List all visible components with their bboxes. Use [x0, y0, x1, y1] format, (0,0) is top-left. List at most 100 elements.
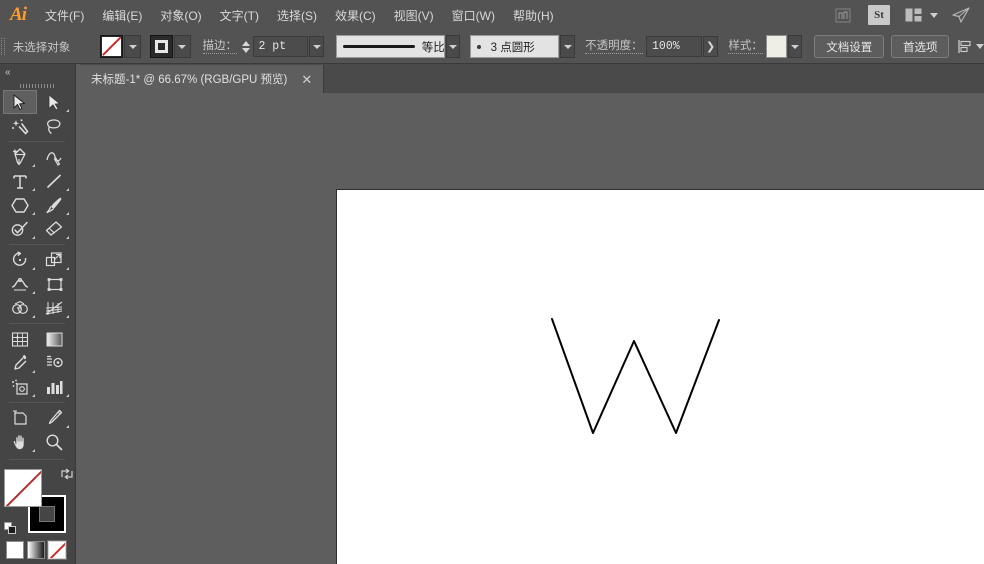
magic-wand-tool[interactable]: [3, 114, 37, 138]
menu-edit[interactable]: 编辑(E): [93, 0, 151, 30]
stroke-weight-input[interactable]: 2 pt: [252, 36, 309, 57]
menu-help[interactable]: 帮助(H): [504, 0, 563, 30]
graphic-style-dropdown-arrow[interactable]: [787, 35, 803, 58]
tool-flyout-corner-icon: [32, 394, 35, 397]
selection-status: 未选择对象: [7, 38, 101, 56]
tool-flyout-corner-icon: [32, 291, 35, 294]
color-swatch[interactable]: [6, 541, 24, 559]
tool-flyout-corner-icon: [32, 236, 35, 239]
lasso-tool[interactable]: [37, 114, 71, 138]
stroke-profile-dropdown-arrow[interactable]: [445, 35, 461, 58]
menu-view[interactable]: 视图(V): [385, 0, 443, 30]
align-control[interactable]: [957, 39, 984, 54]
document-tab[interactable]: 未标题-1* @ 66.67% (RGB/GPU 预览) ✕: [80, 65, 325, 93]
document-tab-title: 未标题-1* @ 66.67% (RGB/GPU 预览): [91, 74, 288, 86]
shape-builder-tool[interactable]: [3, 296, 37, 320]
menu-object[interactable]: 对象(O): [151, 0, 210, 30]
tool-flyout-corner-icon: [66, 425, 69, 428]
selection-tool[interactable]: [3, 90, 37, 114]
direct-selection-tool[interactable]: [37, 90, 71, 114]
w-zigzag-path: [551, 318, 720, 434]
hand-tool[interactable]: [3, 430, 37, 454]
pen-tool[interactable]: [3, 145, 37, 169]
menu-file[interactable]: 文件(F): [36, 0, 93, 30]
menu-window[interactable]: 窗口(W): [443, 0, 504, 30]
polygon-tool[interactable]: [3, 193, 37, 217]
stroke-dropdown-arrow[interactable]: [173, 35, 191, 58]
share-icon[interactable]: [948, 4, 974, 26]
tool-flyout-corner-icon: [66, 394, 69, 397]
tool-divider: [9, 323, 65, 324]
opacity-options-arrow-icon[interactable]: ❯: [702, 36, 719, 57]
gradient-swatch[interactable]: [27, 541, 45, 559]
default-fill-stroke-icon[interactable]: [4, 522, 17, 535]
stroke-swatch[interactable]: [149, 35, 173, 58]
close-icon[interactable]: ✕: [299, 73, 314, 86]
perspective-grid-tool[interactable]: [37, 296, 71, 320]
artboard[interactable]: [336, 189, 984, 564]
document-setup-button[interactable]: 文档设置: [814, 35, 885, 58]
control-bar-grip[interactable]: [0, 30, 7, 63]
control-bar: 未选择对象 描边： 2 pt 等比 3 点圆形 不透明度： 100% ❯ 样式：…: [0, 30, 984, 64]
tools-panel-grip[interactable]: [0, 81, 75, 90]
stroke-weight-stepper[interactable]: [241, 37, 250, 57]
tool-flyout-corner-icon: [32, 212, 35, 215]
mesh-tool[interactable]: [3, 327, 37, 351]
collapse-panel-icon[interactable]: «: [5, 67, 10, 78]
fill-color-control[interactable]: [100, 35, 142, 58]
opacity-input[interactable]: 100%: [646, 36, 702, 57]
curvature-tool[interactable]: [37, 145, 71, 169]
fill-indicator-swatch[interactable]: [4, 469, 42, 507]
bridge-icon[interactable]: [830, 4, 856, 26]
tool-flyout-corner-icon: [66, 109, 69, 112]
slice-tool[interactable]: [37, 406, 71, 430]
fill-swatch[interactable]: [100, 35, 124, 58]
none-swatch[interactable]: [47, 540, 67, 560]
brush-definition-select[interactable]: 3 点圆形: [469, 35, 560, 58]
type-tool[interactable]: [3, 169, 37, 193]
artwork-layer: [551, 318, 720, 434]
opacity-label: 不透明度：: [585, 39, 643, 54]
menu-select[interactable]: 选择(S): [268, 0, 326, 30]
eraser-tool[interactable]: [37, 217, 71, 241]
eyedropper-tool[interactable]: [3, 351, 37, 375]
column-graph-tool[interactable]: [37, 375, 71, 399]
stroke-weight-dropdown-arrow[interactable]: [309, 36, 324, 57]
width-tool[interactable]: [3, 272, 37, 296]
brush-definition-label: 3 点圆形: [490, 41, 535, 54]
gradient-tool[interactable]: [37, 327, 71, 351]
blend-tool[interactable]: [37, 351, 71, 375]
chevron-down-icon[interactable]: [930, 12, 938, 18]
scale-tool[interactable]: [37, 248, 71, 272]
menu-type[interactable]: 文字(T): [211, 0, 268, 30]
fill-dropdown-arrow[interactable]: [124, 35, 142, 58]
menu-object-label: 对象(O): [160, 8, 202, 23]
stock-icon[interactable]: St: [868, 5, 890, 25]
menu-type-label: 文字(T): [219, 8, 259, 23]
preferences-button[interactable]: 首选项: [890, 35, 950, 58]
tool-flyout-corner-icon: [66, 236, 69, 239]
stroke-color-control[interactable]: [149, 35, 191, 58]
graphic-style-swatch[interactable]: [766, 35, 787, 58]
symbol-sprayer-tool[interactable]: [3, 375, 37, 399]
artboard-tool[interactable]: [3, 406, 37, 430]
canvas-area[interactable]: [76, 93, 984, 564]
align-icon: [958, 40, 971, 53]
stroke-profile-select[interactable]: 等比: [335, 35, 445, 58]
tools-panel-header: «: [0, 64, 75, 81]
tool-divider: [9, 244, 65, 245]
illustrator-window: Ai 文件(F) 编辑(E) 对象(O) 文字(T) 选择(S) 效果(C) 视…: [0, 0, 984, 564]
arrange-documents-icon[interactable]: [900, 4, 926, 26]
align-chevron-down-icon[interactable]: [976, 44, 984, 49]
shaper-tool[interactable]: [3, 217, 37, 241]
swap-fill-stroke-icon[interactable]: [60, 467, 74, 481]
fill-none-icon: [102, 37, 122, 56]
menu-effect[interactable]: 效果(C): [326, 0, 385, 30]
zoom-tool[interactable]: [37, 430, 71, 454]
rotate-tool[interactable]: [3, 248, 37, 272]
line-segment-tool[interactable]: [37, 169, 71, 193]
free-transform-tool[interactable]: [37, 272, 71, 296]
paintbrush-tool[interactable]: [37, 193, 71, 217]
tool-flyout-corner-icon: [32, 315, 35, 318]
brush-definition-dropdown-arrow[interactable]: [560, 35, 576, 58]
